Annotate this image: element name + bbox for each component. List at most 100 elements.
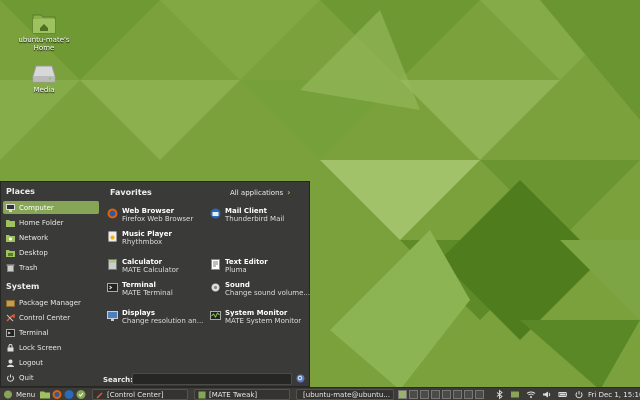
task-control-center[interactable]: [Control Center] xyxy=(92,389,188,400)
thunderbird-icon xyxy=(210,208,221,219)
fav-web-browser[interactable]: Web Browser Firefox Web Browser xyxy=(107,207,193,223)
bluetooth-icon[interactable] xyxy=(496,389,504,400)
fav-calculator[interactable]: Calculator MATE Calculator xyxy=(107,258,179,274)
updates-icon[interactable] xyxy=(510,389,520,400)
home-folder-icon xyxy=(6,219,15,227)
fav-desc: Change resolution an... xyxy=(122,317,204,325)
fav-name: Mail Client xyxy=(225,207,267,215)
fav-sound[interactable]: Sound Change sound volume... xyxy=(210,281,310,297)
search-icon[interactable] xyxy=(296,374,305,383)
fav-system-monitor[interactable]: System Monitor MATE System Monitor xyxy=(210,309,301,325)
task-terminal[interactable]: [ubuntu-mate@ubuntu... xyxy=(296,389,394,400)
launcher-firefox-icon[interactable] xyxy=(52,389,62,400)
menu-button[interactable]: Menu xyxy=(3,389,35,400)
place-desktop[interactable]: Desktop xyxy=(3,246,99,259)
fav-name: Sound xyxy=(225,281,250,289)
task-label: [Control Center] xyxy=(107,390,164,399)
workspace-4[interactable] xyxy=(431,390,440,399)
system-control-center[interactable]: Control Center xyxy=(3,311,99,324)
all-applications-button[interactable]: All applications › xyxy=(230,188,290,197)
sound-icon xyxy=(211,283,220,292)
workspace-7[interactable] xyxy=(464,390,473,399)
clock[interactable]: Fri Dec 1, 15:10 xyxy=(588,389,640,400)
fav-desc: MATE Calculator xyxy=(122,266,179,274)
fav-name: Terminal xyxy=(122,281,156,289)
fav-terminal[interactable]: Terminal MATE Terminal xyxy=(107,281,173,297)
system-label: Package Manager xyxy=(19,298,81,307)
chevron-right-icon: › xyxy=(287,188,291,197)
system-logout[interactable]: Logout xyxy=(3,356,99,369)
place-trash[interactable]: Trash xyxy=(3,261,99,274)
trash-icon xyxy=(6,264,15,272)
fav-displays[interactable]: Displays Change resolution an... xyxy=(107,309,203,325)
fav-mail-client[interactable]: Mail Client Thunderbird Mail xyxy=(210,207,284,223)
system-monitor-icon xyxy=(210,311,221,320)
place-label: Computer xyxy=(19,203,54,212)
places-title: Places xyxy=(6,187,35,196)
search-input[interactable] xyxy=(132,373,292,385)
launcher-software-icon[interactable] xyxy=(76,389,86,400)
power-icon xyxy=(7,374,14,382)
home-folder-icon xyxy=(32,14,56,34)
desktop-icon-home[interactable]: ubuntu-mate's Home xyxy=(16,12,72,52)
rhythmbox-icon xyxy=(108,231,117,242)
place-computer[interactable]: Computer xyxy=(3,201,99,214)
display-icon xyxy=(107,311,118,321)
fav-name: System Monitor xyxy=(225,309,288,317)
menu-button-label: Menu xyxy=(16,390,36,399)
fav-name: Music Player xyxy=(122,230,172,238)
firefox-icon xyxy=(107,208,118,219)
fav-name: Web Browser xyxy=(122,207,175,215)
system-label: Lock Screen xyxy=(19,343,62,352)
launcher-files-icon[interactable] xyxy=(40,389,50,400)
system-package-manager[interactable]: Package Manager xyxy=(3,296,99,309)
fav-desc: Change sound volume... xyxy=(225,289,311,297)
desktop-icon-label: ubuntu-mate's Home xyxy=(18,36,70,52)
fav-desc: Thunderbird Mail xyxy=(225,215,285,223)
place-home-folder[interactable]: Home Folder xyxy=(3,216,99,229)
system-label: Quit xyxy=(19,373,34,382)
desktop-icon xyxy=(6,249,15,257)
package-icon xyxy=(6,299,15,307)
launcher-thunderbird-icon[interactable] xyxy=(64,389,74,400)
workspace-6[interactable] xyxy=(453,390,462,399)
volume-icon[interactable] xyxy=(542,389,552,400)
fav-desc: Rhythmbox xyxy=(122,238,163,246)
battery-icon[interactable] xyxy=(558,389,568,400)
task-mate-tweak[interactable]: [MATE Tweak] xyxy=(194,389,290,400)
text-editor-icon xyxy=(211,259,220,270)
system-lock-screen[interactable]: Lock Screen xyxy=(3,341,99,354)
place-network[interactable]: Network xyxy=(3,231,99,244)
task-label: [MATE Tweak] xyxy=(209,390,258,399)
bottom-panel: Menu [Control Center] [MATE Tweak] [ubun… xyxy=(0,387,640,400)
terminal-icon xyxy=(6,328,15,337)
place-label: Trash xyxy=(19,263,38,272)
network-icon xyxy=(6,234,15,242)
control-center-icon xyxy=(6,313,15,322)
system-label: Terminal xyxy=(19,328,49,337)
power-icon[interactable] xyxy=(574,389,584,400)
desktop-icon-label: Media xyxy=(33,86,55,94)
workspace-3[interactable] xyxy=(420,390,429,399)
fav-name: Calculator xyxy=(122,258,163,266)
tweak-icon xyxy=(198,391,206,398)
workspace-5[interactable] xyxy=(442,390,451,399)
system-quit[interactable]: Quit xyxy=(3,371,99,384)
wifi-icon[interactable] xyxy=(526,389,536,400)
favorites-title: Favorites xyxy=(110,188,152,197)
fav-desc: Firefox Web Browser xyxy=(122,215,194,223)
mate-logo-icon xyxy=(4,390,12,399)
workspace-2[interactable] xyxy=(409,390,418,399)
place-label: Desktop xyxy=(19,248,48,257)
fav-desc: Pluma xyxy=(225,266,247,274)
workspace-1[interactable] xyxy=(398,390,407,399)
fav-desc: MATE Terminal xyxy=(122,289,173,297)
desktop-icon-media[interactable]: Media xyxy=(16,64,72,94)
task-label: [ubuntu-mate@ubuntu... xyxy=(303,390,390,399)
fav-text-editor[interactable]: Text Editor Pluma xyxy=(210,258,268,274)
fav-music-player[interactable]: Music Player Rhythmbox xyxy=(107,230,172,246)
workspace-8[interactable] xyxy=(475,390,484,399)
fav-name: Displays xyxy=(122,309,156,317)
system-terminal[interactable]: Terminal xyxy=(3,326,99,339)
all-applications-label: All applications xyxy=(230,188,284,197)
